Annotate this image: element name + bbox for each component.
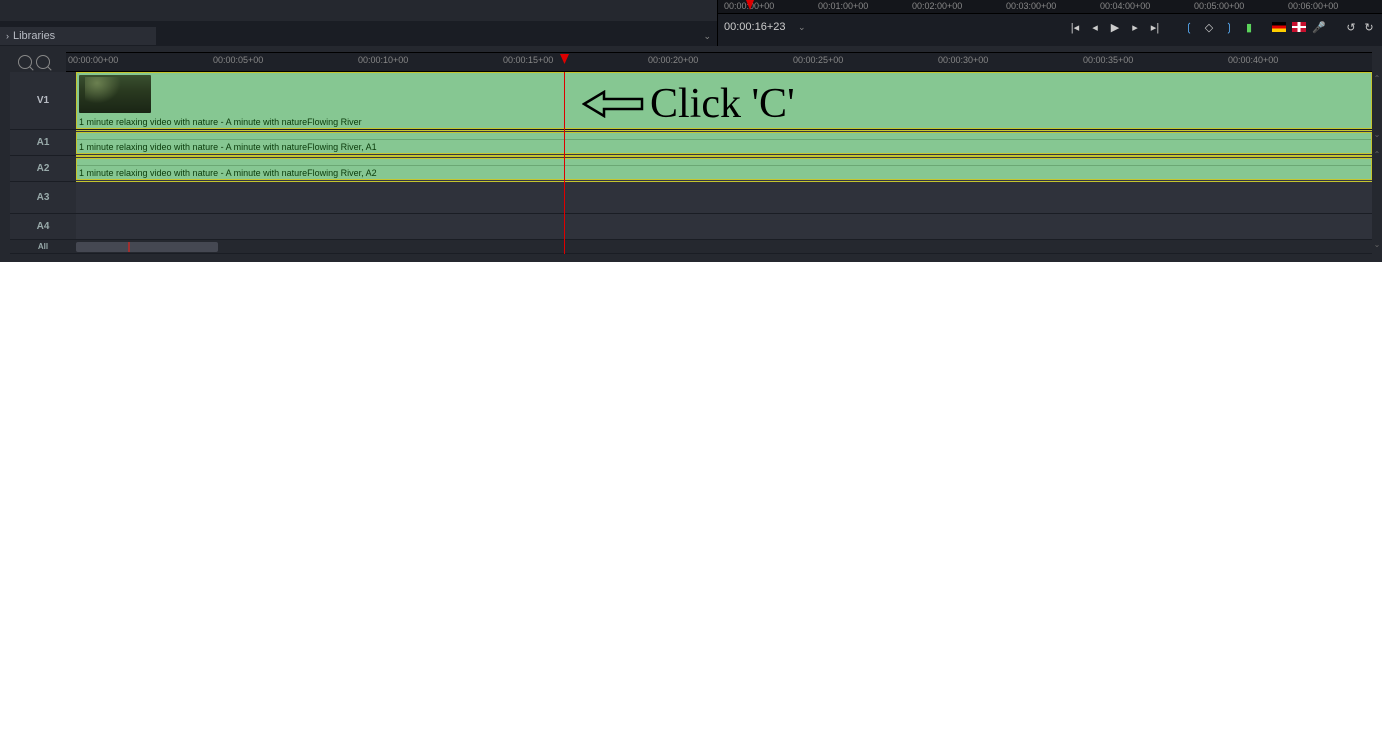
track-header-a4[interactable]: A4 <box>10 214 76 240</box>
mini-tick: 00:03:00+00 <box>1006 1 1056 11</box>
scroll-down-icon[interactable]: ⌄ <box>1372 240 1382 254</box>
ruler-tick: 00:00:15+00 <box>503 55 553 65</box>
mini-timeline-ruler[interactable]: 00:00:00+00 00:01:00+00 00:02:00+00 00:0… <box>718 0 1382 14</box>
timecode-display[interactable]: 00:00:16+23 <box>724 21 792 33</box>
timeline-editor: 00:00:00+00 00:00:05+00 00:00:10+00 00:0… <box>0 46 1382 262</box>
audio-clip-a2[interactable]: 1 minute relaxing video with nature - A … <box>76 158 1372 180</box>
go-to-end-button[interactable]: ▸| <box>1148 20 1162 34</box>
chevron-right-icon: › <box>6 31 9 41</box>
source-panel: › Libraries ⌄ <box>0 0 718 46</box>
transport-bar: 00:00:16+23 ⌄ |◂ ◂ ▶ ▸ ▸| ❲ ◇ ❳ ▮ 🎤 <box>718 14 1382 40</box>
ruler-row: 00:00:00+00 00:00:05+00 00:00:10+00 00:0… <box>10 52 1372 72</box>
overview-lane[interactable] <box>76 240 1372 254</box>
timeline-ruler[interactable]: 00:00:00+00 00:00:05+00 00:00:10+00 00:0… <box>66 52 1372 72</box>
ruler-tick: 00:00:20+00 <box>648 55 698 65</box>
lane-a2[interactable]: 1 minute relaxing video with nature - A … <box>76 156 1372 182</box>
step-back-button[interactable]: ◂ <box>1088 20 1102 34</box>
loop-button[interactable]: ↺ <box>1344 20 1358 34</box>
libraries-label: Libraries <box>13 30 55 42</box>
zoom-in-button[interactable] <box>18 55 32 69</box>
loop-controls: ↺ ↻ <box>1344 20 1376 34</box>
mini-tick: 00:01:00+00 <box>818 1 868 11</box>
ruler-tick: 00:00:00+00 <box>68 55 118 65</box>
lane-a1[interactable]: 1 minute relaxing video with nature - A … <box>76 130 1372 156</box>
record-panel: 00:00:00+00 00:01:00+00 00:02:00+00 00:0… <box>718 0 1382 46</box>
track-lanes: 1 minute relaxing video with nature - A … <box>76 72 1372 254</box>
transport-controls: |◂ ◂ ▶ ▸ ▸| ❲ ◇ ❳ ▮ 🎤 <box>1068 20 1326 34</box>
track-header-v1[interactable]: V1 <box>10 72 76 130</box>
lane-a4[interactable] <box>76 214 1372 240</box>
libraries-dropdown[interactable]: › Libraries <box>0 27 156 45</box>
overview-scrollbar[interactable] <box>76 242 218 252</box>
video-clip[interactable]: 1 minute relaxing video with nature - A … <box>76 72 1372 129</box>
chevron-down-icon[interactable]: ⌄ <box>703 31 717 42</box>
mini-tick: 00:06:00+00 <box>1288 1 1338 11</box>
playhead-line[interactable] <box>564 72 565 254</box>
add-marker-button[interactable]: ▮ <box>1242 20 1256 34</box>
play-button[interactable]: ▶ <box>1108 20 1122 34</box>
track-header-a2[interactable]: A2 <box>10 156 76 182</box>
overview-playhead-icon <box>128 242 130 252</box>
microphone-icon[interactable]: 🎤 <box>1312 20 1326 34</box>
step-forward-button[interactable]: ▸ <box>1128 20 1142 34</box>
ruler-tick: 00:00:05+00 <box>213 55 263 65</box>
track-header-a3[interactable]: A3 <box>10 182 76 214</box>
flag-de-icon[interactable] <box>1272 22 1286 32</box>
audio-clip-a1-label: 1 minute relaxing video with nature - A … <box>79 142 377 152</box>
audio-clip-a1[interactable]: 1 minute relaxing video with nature - A … <box>76 132 1372 154</box>
go-to-start-button[interactable]: |◂ <box>1068 20 1082 34</box>
track-headers: V1 A1 A2 A3 A4 All <box>10 72 76 254</box>
timecode-dropdown-icon[interactable]: ⌄ <box>798 22 806 33</box>
lane-a3[interactable] <box>76 182 1372 214</box>
audio-clip-a2-label: 1 minute relaxing video with nature - A … <box>79 168 377 178</box>
scroll-up-icon[interactable]: ⌃ <box>1372 150 1382 164</box>
mini-tick: 00:02:00+00 <box>912 1 962 11</box>
tracks-area: V1 A1 A2 A3 A4 All 1 minute relaxing vid… <box>10 72 1372 254</box>
mark-in-button[interactable]: ❲ <box>1182 20 1196 34</box>
ruler-tick: 00:00:25+00 <box>793 55 843 65</box>
lane-v1[interactable]: 1 minute relaxing video with nature - A … <box>76 72 1372 130</box>
zoom-out-button[interactable] <box>36 55 50 69</box>
video-clip-label: 1 minute relaxing video with nature - A … <box>79 117 362 127</box>
top-panels: › Libraries ⌄ 00:00:00+00 00:01:00+00 00… <box>0 0 1382 46</box>
flag-uk-icon[interactable] <box>1292 22 1306 32</box>
ruler-tick: 00:00:35+00 <box>1083 55 1133 65</box>
video-editor-app: › Libraries ⌄ 00:00:00+00 00:01:00+00 00… <box>0 0 1382 262</box>
mini-tick: 00:05:00+00 <box>1194 1 1244 11</box>
ruler-tick: 00:00:10+00 <box>358 55 408 65</box>
source-tabs <box>0 0 717 21</box>
scroll-up-icon[interactable]: ⌃ <box>1372 74 1382 88</box>
scroll-down-icon[interactable]: ⌄ <box>1372 130 1382 144</box>
track-header-all[interactable]: All <box>10 240 76 254</box>
libraries-row: › Libraries ⌄ <box>0 27 717 45</box>
mark-clip-button[interactable]: ◇ <box>1202 20 1216 34</box>
clip-thumbnail <box>79 75 151 113</box>
mark-out-button[interactable]: ❳ <box>1222 20 1236 34</box>
vertical-scroll: ⌃ ⌄ ⌃ ⌄ <box>1372 72 1382 254</box>
loop-range-button[interactable]: ↻ <box>1362 20 1376 34</box>
ruler-tick: 00:00:40+00 <box>1228 55 1278 65</box>
zoom-controls <box>10 55 66 69</box>
track-header-a1[interactable]: A1 <box>10 130 76 156</box>
mini-tick: 00:04:00+00 <box>1100 1 1150 11</box>
ruler-tick: 00:00:30+00 <box>938 55 988 65</box>
